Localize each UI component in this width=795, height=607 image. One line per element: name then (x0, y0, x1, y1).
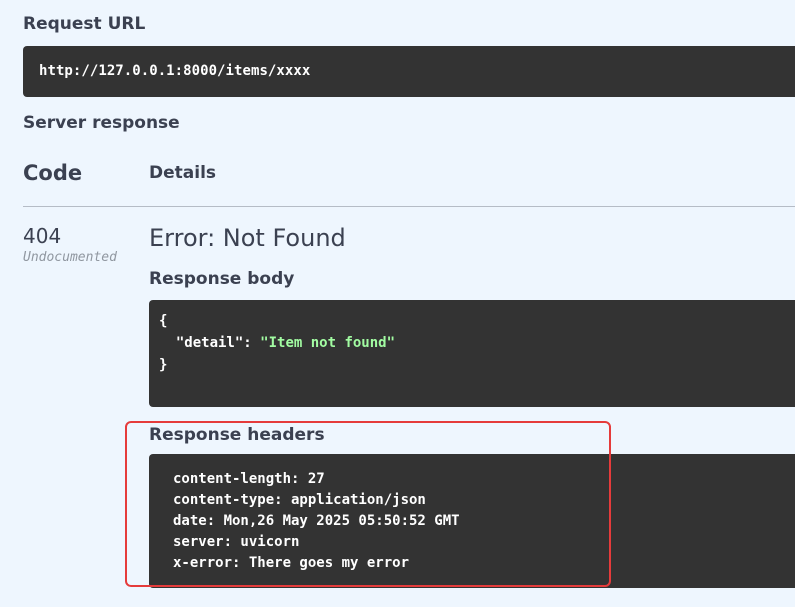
response-status-undocumented: Undocumented (23, 250, 117, 265)
json-detail-line: "detail": "Item not found" (159, 332, 795, 354)
table-divider (23, 206, 795, 207)
response-status-code: 404 (23, 224, 62, 248)
json-string-value: "Item not found" (260, 335, 396, 351)
response-headers-label: Response headers (149, 425, 325, 445)
response-body-label: Response body (149, 269, 295, 289)
header-line: x-error: There goes my error (173, 555, 410, 571)
request-url-value: http://127.0.0.1:8000/items/xxxx (39, 63, 311, 79)
response-error-title: Error: Not Found (149, 224, 346, 252)
header-line: date: Mon,26 May 2025 05:50:52 GMT (173, 513, 460, 529)
request-url-code-block[interactable]: http://127.0.0.1:8000/items/xxxx (23, 46, 795, 97)
response-headers-code-block[interactable]: content-length: 27 content-type: applica… (149, 454, 795, 588)
json-close-brace: } (159, 357, 168, 373)
column-header-code: Code (23, 161, 83, 185)
server-response-label: Server response (23, 113, 180, 133)
response-body-code-block[interactable]: { "detail": "Item not found" } (149, 300, 795, 407)
header-line: content-type: application/json (173, 492, 426, 508)
header-line: content-length: 27 (173, 471, 325, 487)
json-open-brace: { (159, 313, 168, 329)
request-url-label: Request URL (23, 14, 146, 34)
json-key: "detail": (159, 335, 261, 351)
column-header-details: Details (149, 163, 217, 183)
header-line: server: uvicorn (173, 534, 300, 550)
